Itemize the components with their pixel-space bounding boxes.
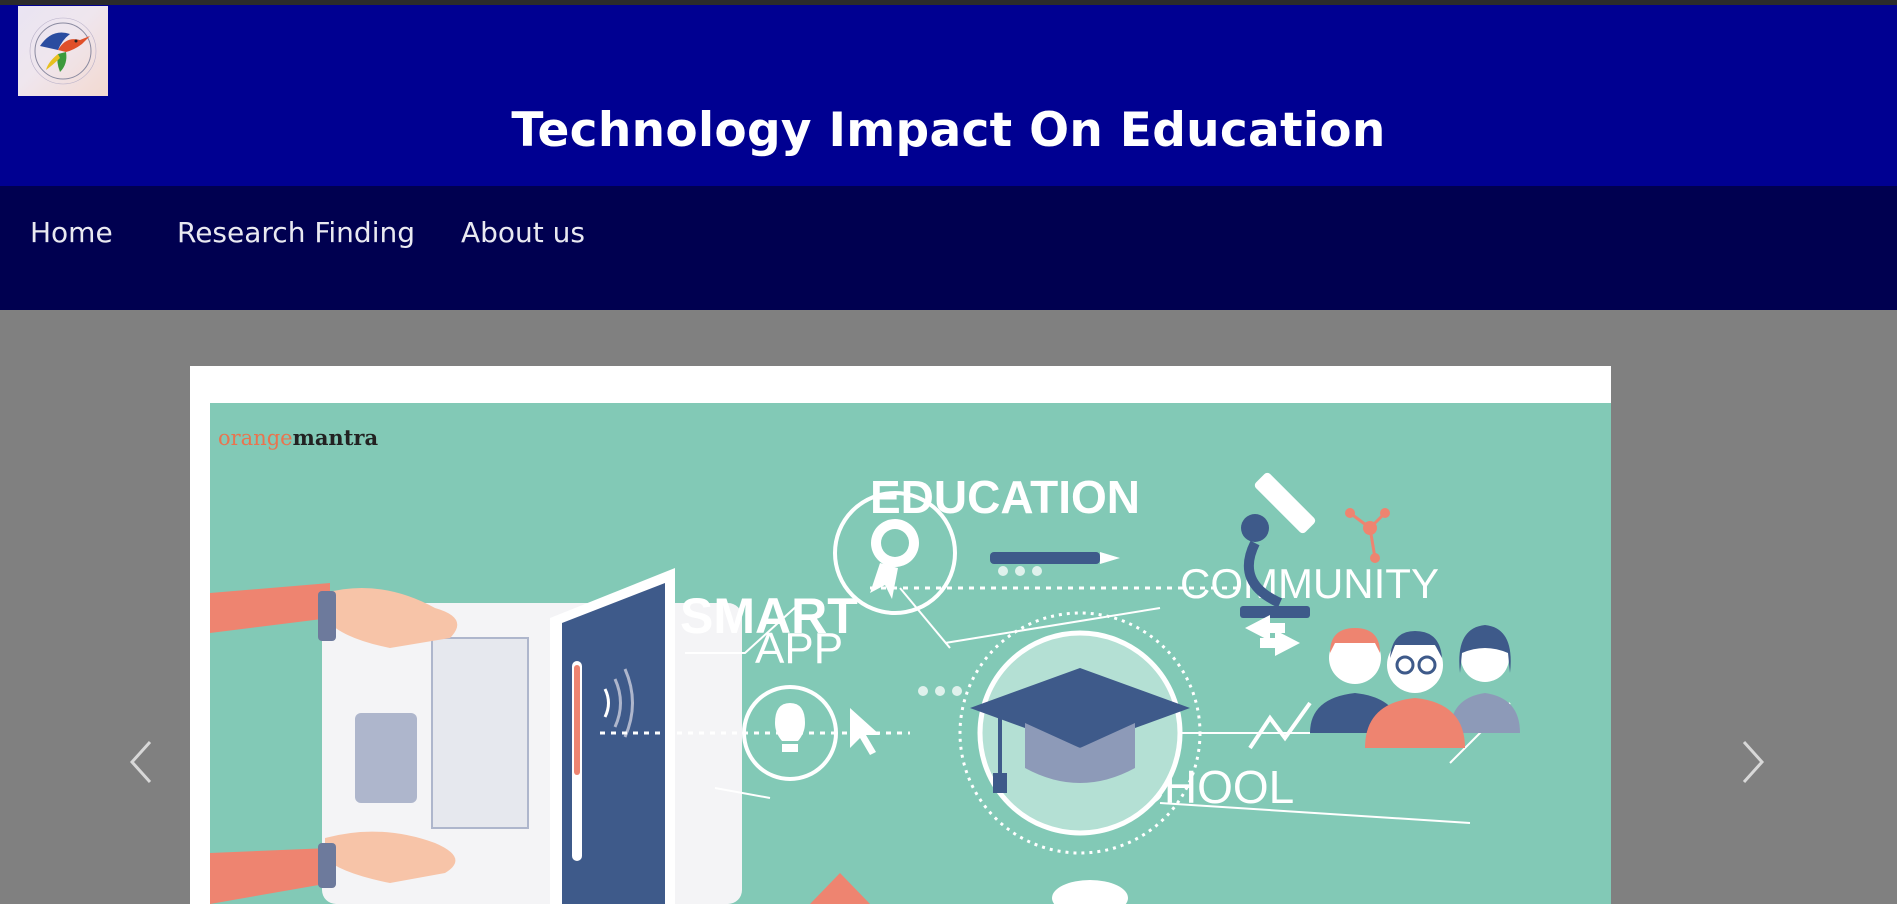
cursor-illustration xyxy=(850,708,880,755)
laptop-illustration xyxy=(210,568,742,904)
carousel-next-button[interactable] xyxy=(1738,738,1768,786)
chevron-right-icon xyxy=(1742,740,1765,784)
page-title: Technology Impact On Education xyxy=(511,103,1386,158)
exchange-arrows-illustration xyxy=(1245,615,1300,656)
nav-item-home[interactable]: Home xyxy=(30,216,113,249)
word-community: COMMUNITY xyxy=(1180,560,1439,607)
graduation-cap-illustration xyxy=(958,611,1202,855)
nav-item-research-finding[interactable]: Research Finding xyxy=(177,216,415,249)
cloud-illustration xyxy=(1052,880,1128,904)
hummingbird-logo-icon[interactable] xyxy=(18,6,108,96)
slide-image: orangemantra SMART EDUCATION APP COMMUNI… xyxy=(210,403,1611,904)
chevron-left-icon xyxy=(129,740,152,784)
carousel-prev-button[interactable] xyxy=(126,738,156,786)
main-nav: Home Research Finding About us xyxy=(0,186,1897,310)
trend-line-illustration xyxy=(1248,701,1312,750)
education-technology-illustration: SMART EDUCATION APP COMMUNITY SCHOOL xyxy=(210,471,1520,904)
nav-item-about-us[interactable]: About us xyxy=(461,216,585,249)
logo-graphic xyxy=(29,17,97,85)
community-people-illustration xyxy=(1310,625,1520,748)
site-header: Technology Impact On Education xyxy=(0,5,1897,186)
pen-illustration xyxy=(990,552,1120,564)
ruler-illustration xyxy=(810,873,870,904)
carousel-slide: orangemantra SMART EDUCATION APP COMMUNI… xyxy=(190,366,1611,904)
